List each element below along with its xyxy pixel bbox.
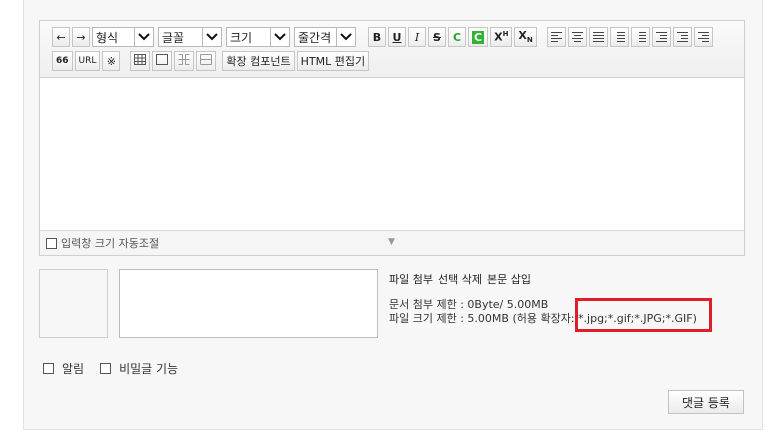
- file-size-limit-text: 파일 크기 제한 : 5.00MB (허용 확장자: [389, 312, 571, 325]
- merge-cells-icon: [178, 54, 190, 68]
- background-color-button[interactable]: C: [468, 27, 489, 47]
- insert-box-button[interactable]: [152, 51, 173, 71]
- bold-icon: B: [372, 30, 382, 44]
- align-right-button[interactable]: [693, 27, 713, 47]
- insert-into-body-link[interactable]: 본문 삽입: [487, 271, 531, 287]
- background-color-icon: C: [472, 30, 485, 44]
- outdent-button[interactable]: [651, 27, 671, 47]
- subscript-letter: X: [518, 29, 527, 43]
- url-button[interactable]: URL: [74, 51, 101, 71]
- special-char-button[interactable]: ※: [102, 51, 121, 71]
- toolbar-row-1: ← → 형식 글꼴 크기 줄간격 B U I S C C XH XN: [52, 27, 713, 47]
- font-color-icon: C: [452, 30, 462, 44]
- line-height-select-value: 줄간격: [298, 30, 332, 45]
- align-justify-icon: [592, 32, 604, 42]
- align-justify-button[interactable]: [588, 27, 608, 47]
- toolbar-row-2: 66 URL ※ 확장 컴포넌트 HTML 편집기: [52, 51, 370, 71]
- redo-button[interactable]: →: [72, 27, 90, 47]
- superscript-icon: XH: [494, 30, 508, 44]
- unordered-list-button[interactable]: [630, 27, 650, 47]
- box-icon: [156, 54, 169, 68]
- insert-table-button[interactable]: [130, 51, 151, 71]
- align-center-button[interactable]: [567, 27, 587, 47]
- submit-comment-button[interactable]: 댓글 등록: [668, 390, 744, 414]
- italic-button[interactable]: I: [408, 27, 426, 47]
- attachment-thumbnail: [39, 269, 108, 338]
- table-icon: [134, 54, 147, 68]
- outdent-icon: [655, 32, 667, 42]
- subscript-icon: XN: [518, 29, 532, 44]
- unordered-list-icon: [635, 32, 646, 42]
- expand-component-button[interactable]: 확장 컴포넌트: [222, 51, 295, 71]
- ordered-list-button[interactable]: [609, 27, 629, 47]
- align-center-icon: [571, 32, 583, 42]
- editor-footer: 입력창 크기 자동조절 ▼: [40, 230, 744, 255]
- superscript-button[interactable]: XH: [490, 27, 513, 47]
- ordered-list-icon: [614, 32, 625, 42]
- delete-selected-link[interactable]: 선택 삭제: [438, 271, 482, 287]
- auto-resize-label: 입력창 크기 자동조절: [61, 237, 160, 250]
- notify-checkbox[interactable]: [43, 363, 54, 374]
- subscript-button[interactable]: XN: [514, 27, 537, 47]
- strike-icon: S: [433, 30, 441, 44]
- strike-button[interactable]: S: [428, 27, 446, 47]
- attachment-actions: 파일 첨부 선택 삭제 본문 삽입: [389, 271, 531, 287]
- underline-icon: U: [392, 30, 402, 44]
- underline-button[interactable]: U: [388, 27, 406, 47]
- font-select[interactable]: 글꼴: [158, 27, 222, 47]
- resize-handle-icon[interactable]: ▼: [388, 237, 395, 247]
- merge-cells-button[interactable]: [174, 51, 195, 71]
- rich-text-editor: ← → 형식 글꼴 크기 줄간격 B U I S C C XH XN 66 UR…: [39, 20, 745, 256]
- editor-toolbar: ← → 형식 글꼴 크기 줄간격 B U I S C C XH XN 66 UR…: [40, 21, 744, 78]
- attach-file-link[interactable]: 파일 첨부: [389, 271, 433, 287]
- bold-button[interactable]: B: [368, 27, 386, 47]
- chevron-down-icon: [336, 28, 355, 46]
- highlight-box: [575, 298, 712, 332]
- secret-checkbox[interactable]: [100, 363, 112, 374]
- italic-icon: I: [414, 30, 420, 44]
- expand-component-label: 확장 컴포넌트: [226, 55, 291, 68]
- size-select[interactable]: 크기: [226, 27, 290, 47]
- font-color-button[interactable]: C: [448, 27, 466, 47]
- comment-options: 알림 비밀글 기능: [43, 360, 194, 377]
- indent-button[interactable]: [672, 27, 692, 47]
- undo-button[interactable]: ←: [52, 27, 70, 47]
- editor-content-area[interactable]: [40, 78, 744, 230]
- html-editor-label: HTML 편집기: [300, 55, 366, 68]
- special-char-icon: ※: [106, 54, 116, 68]
- chevron-down-icon: [202, 28, 221, 46]
- url-icon: URL: [78, 56, 97, 66]
- secret-label: 비밀글 기능: [119, 362, 179, 376]
- quote-button[interactable]: 66: [52, 51, 73, 71]
- align-right-icon: [697, 32, 709, 42]
- split-cells-button[interactable]: [196, 51, 217, 71]
- line-height-select[interactable]: 줄간격: [294, 27, 356, 47]
- align-left-icon: [550, 32, 562, 42]
- chevron-down-icon: [270, 28, 289, 46]
- attachment-file-list[interactable]: [119, 269, 378, 338]
- superscript-mark: H: [502, 30, 509, 39]
- superscript-letter: X: [494, 30, 503, 44]
- align-left-button[interactable]: [546, 27, 566, 47]
- chevron-down-icon: [134, 28, 153, 46]
- notify-label: 알림: [62, 362, 85, 376]
- redo-icon: →: [76, 30, 86, 44]
- split-cells-icon: [200, 54, 213, 68]
- html-editor-button[interactable]: HTML 편집기: [296, 51, 370, 71]
- indent-icon: [676, 32, 688, 42]
- size-select-value: 크기: [230, 30, 253, 45]
- auto-resize-checkbox[interactable]: [46, 237, 57, 249]
- format-select-value: 형식: [96, 30, 119, 45]
- font-select-value: 글꼴: [162, 30, 185, 45]
- quote-icon: 66: [56, 56, 69, 66]
- format-select[interactable]: 형식: [92, 27, 154, 47]
- undo-icon: ←: [56, 30, 66, 44]
- subscript-mark: N: [526, 36, 533, 45]
